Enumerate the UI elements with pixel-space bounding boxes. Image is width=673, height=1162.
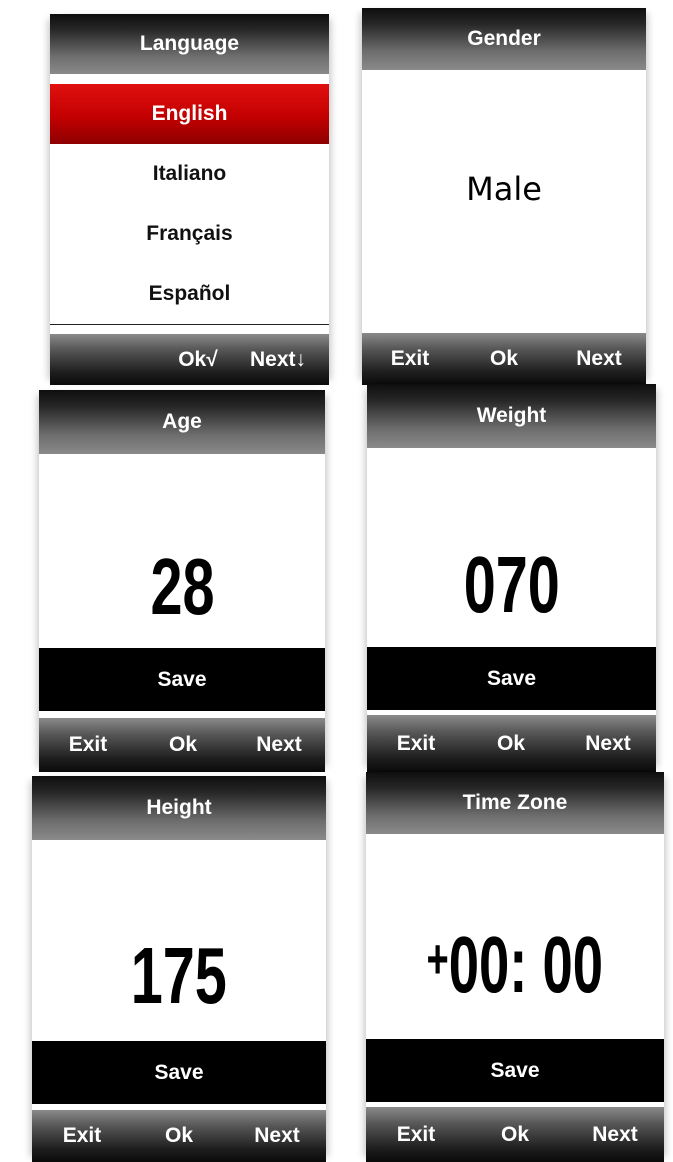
ok-button[interactable]: Ok√ [178,348,218,372]
next-button[interactable]: Next [576,347,622,371]
save-button[interactable]: Save [366,1039,664,1102]
weight-screen: Weight 070 Save Exit Ok Next [367,384,656,772]
timezone-sign: + [426,927,449,990]
language-footer: Ok√ Next↓ [50,334,329,385]
age-value: 28 [149,542,215,631]
age-footer: Exit Ok Next [39,718,325,772]
height-screen: Height 175 Save Exit Ok Next [32,776,326,1162]
timezone-screen: Time Zone +00: 00 Save Exit Ok Next [366,772,664,1162]
height-header: Height [32,776,326,840]
ok-button[interactable]: Ok [169,733,197,757]
exit-button[interactable]: Exit [63,1124,102,1148]
timezone-offset: 00: 00 [448,920,604,1009]
next-button[interactable]: Next [585,732,631,756]
timezone-footer: Exit Ok Next [366,1107,664,1162]
language-item-english[interactable]: English [50,84,329,145]
age-header: Age [39,390,325,454]
language-item-italiano[interactable]: Italiano [50,144,329,205]
save-button[interactable]: Save [32,1041,326,1104]
gender-footer: Exit Ok Next [362,333,646,385]
next-button[interactable]: Next [254,1124,300,1148]
weight-title: Weight [476,404,547,427]
language-title: Language [139,32,240,55]
exit-button[interactable]: Exit [69,733,108,757]
ok-button[interactable]: Ok [165,1124,193,1148]
language-screen: Language English Italiano Français Españ… [50,14,329,385]
exit-button[interactable]: Exit [397,1123,436,1147]
timezone-header: Time Zone [366,772,664,834]
language-header: Language [50,14,329,74]
save-button[interactable]: Save [39,648,325,711]
next-button[interactable]: Next↓ [250,348,306,372]
height-title: Height [146,796,212,819]
exit-button[interactable]: Exit [397,732,436,756]
next-button[interactable]: Next [256,733,302,757]
gender-screen: Gender Male Exit Ok Next [362,8,646,385]
height-value: 175 [130,931,228,1020]
weight-value: 070 [463,540,560,629]
gender-value: Male [466,170,542,208]
timezone-title: Time Zone [462,791,568,814]
ok-button[interactable]: Ok [497,732,525,756]
ok-button[interactable]: Ok [490,347,518,371]
exit-button[interactable]: Exit [391,347,430,371]
gender-header: Gender [362,8,646,70]
language-item-espanol[interactable]: Español [50,264,329,325]
ok-button[interactable]: Ok [501,1123,529,1147]
weight-footer: Exit Ok Next [367,715,656,772]
save-button[interactable]: Save [367,647,656,710]
age-title: Age [162,410,202,433]
timezone-value: +00: 00 [366,915,664,1009]
weight-header: Weight [367,384,656,448]
height-footer: Exit Ok Next [32,1110,326,1162]
gender-title: Gender [467,27,541,50]
next-button[interactable]: Next [592,1123,638,1147]
language-item-francais[interactable]: Français [50,204,329,265]
age-screen: Age 28 Save Exit Ok Next [39,390,325,772]
